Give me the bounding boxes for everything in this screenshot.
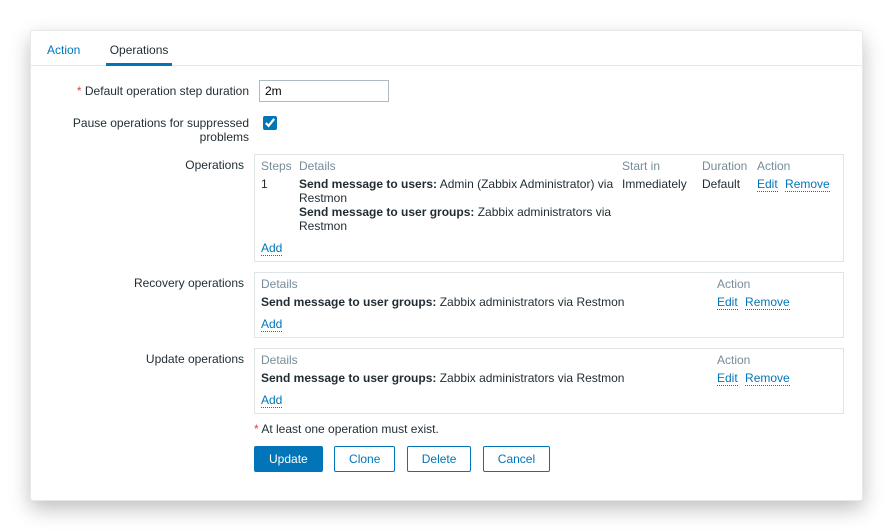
tab-action[interactable]: Action xyxy=(43,37,84,63)
rec-details: Send message to user groups: Zabbix admi… xyxy=(261,295,717,309)
clone-button[interactable]: Clone xyxy=(334,446,395,472)
tab-operations[interactable]: Operations xyxy=(106,37,173,66)
pause-checkbox[interactable] xyxy=(263,116,277,130)
recovery-row: Send message to user groups: Zabbix admi… xyxy=(255,293,843,311)
update-button[interactable]: Update xyxy=(254,446,323,472)
col-action: Action xyxy=(757,159,837,173)
op-line2-label: Send message to user groups: xyxy=(299,205,474,219)
recovery-box: Details Action Send message to user grou… xyxy=(254,272,844,338)
upd-details: Send message to user groups: Zabbix admi… xyxy=(261,371,717,385)
upd-rest: Zabbix administrators via Restmon xyxy=(436,371,624,385)
operations-box: Steps Details Start in Duration Action 1… xyxy=(254,154,844,262)
rec-remove-link[interactable]: Remove xyxy=(745,295,790,310)
op-details: Send message to users: Admin (Zabbix Adm… xyxy=(299,177,622,233)
tabs: Action Operations xyxy=(31,31,862,66)
op-step: 1 xyxy=(261,177,299,191)
content: Default operation step duration Pause op… xyxy=(31,66,862,500)
upd-col-details: Details xyxy=(261,353,717,367)
footer-note-text: At least one operation must exist. xyxy=(261,422,438,436)
upd-remove-link[interactable]: Remove xyxy=(745,371,790,386)
rec-col-action: Action xyxy=(717,277,837,291)
update-box: Details Action Send message to user grou… xyxy=(254,348,844,414)
update-row: Send message to user groups: Zabbix admi… xyxy=(255,369,843,387)
operations-label: Operations xyxy=(49,154,254,172)
op-remove-link[interactable]: Remove xyxy=(785,177,830,192)
op-duration: Default xyxy=(702,177,757,191)
rec-col-details: Details xyxy=(261,277,717,291)
pause-label: Pause operations for suppressed problems xyxy=(49,112,259,144)
col-start: Start in xyxy=(622,159,702,173)
upd-col-action: Action xyxy=(717,353,837,367)
rec-rest: Zabbix administrators via Restmon xyxy=(436,295,624,309)
update-add-link[interactable]: Add xyxy=(261,393,282,408)
col-details: Details xyxy=(299,159,622,173)
recovery-add-link[interactable]: Add xyxy=(261,317,282,332)
delete-button[interactable]: Delete xyxy=(407,446,472,472)
upd-bold: Send message to user groups: xyxy=(261,371,436,385)
col-duration: Duration xyxy=(702,159,757,173)
recovery-label: Recovery operations xyxy=(49,272,254,290)
col-steps: Steps xyxy=(261,159,299,173)
update-label: Update operations xyxy=(49,348,254,366)
cancel-button[interactable]: Cancel xyxy=(483,446,550,472)
upd-edit-link[interactable]: Edit xyxy=(717,371,738,386)
operations-add-link[interactable]: Add xyxy=(261,241,282,256)
default-step-label: Default operation step duration xyxy=(49,80,259,98)
op-edit-link[interactable]: Edit xyxy=(757,177,778,192)
footer-note: * At least one operation must exist. xyxy=(254,422,844,436)
operations-panel: Action Operations Default operation step… xyxy=(30,30,863,501)
button-bar: Update Clone Delete Cancel xyxy=(254,446,844,472)
op-start: Immediately xyxy=(622,177,702,191)
rec-bold: Send message to user groups: xyxy=(261,295,436,309)
rec-edit-link[interactable]: Edit xyxy=(717,295,738,310)
op-line1-label: Send message to users: xyxy=(299,177,437,191)
default-step-input[interactable] xyxy=(259,80,389,102)
operation-row: 1 Send message to users: Admin (Zabbix A… xyxy=(255,175,843,235)
